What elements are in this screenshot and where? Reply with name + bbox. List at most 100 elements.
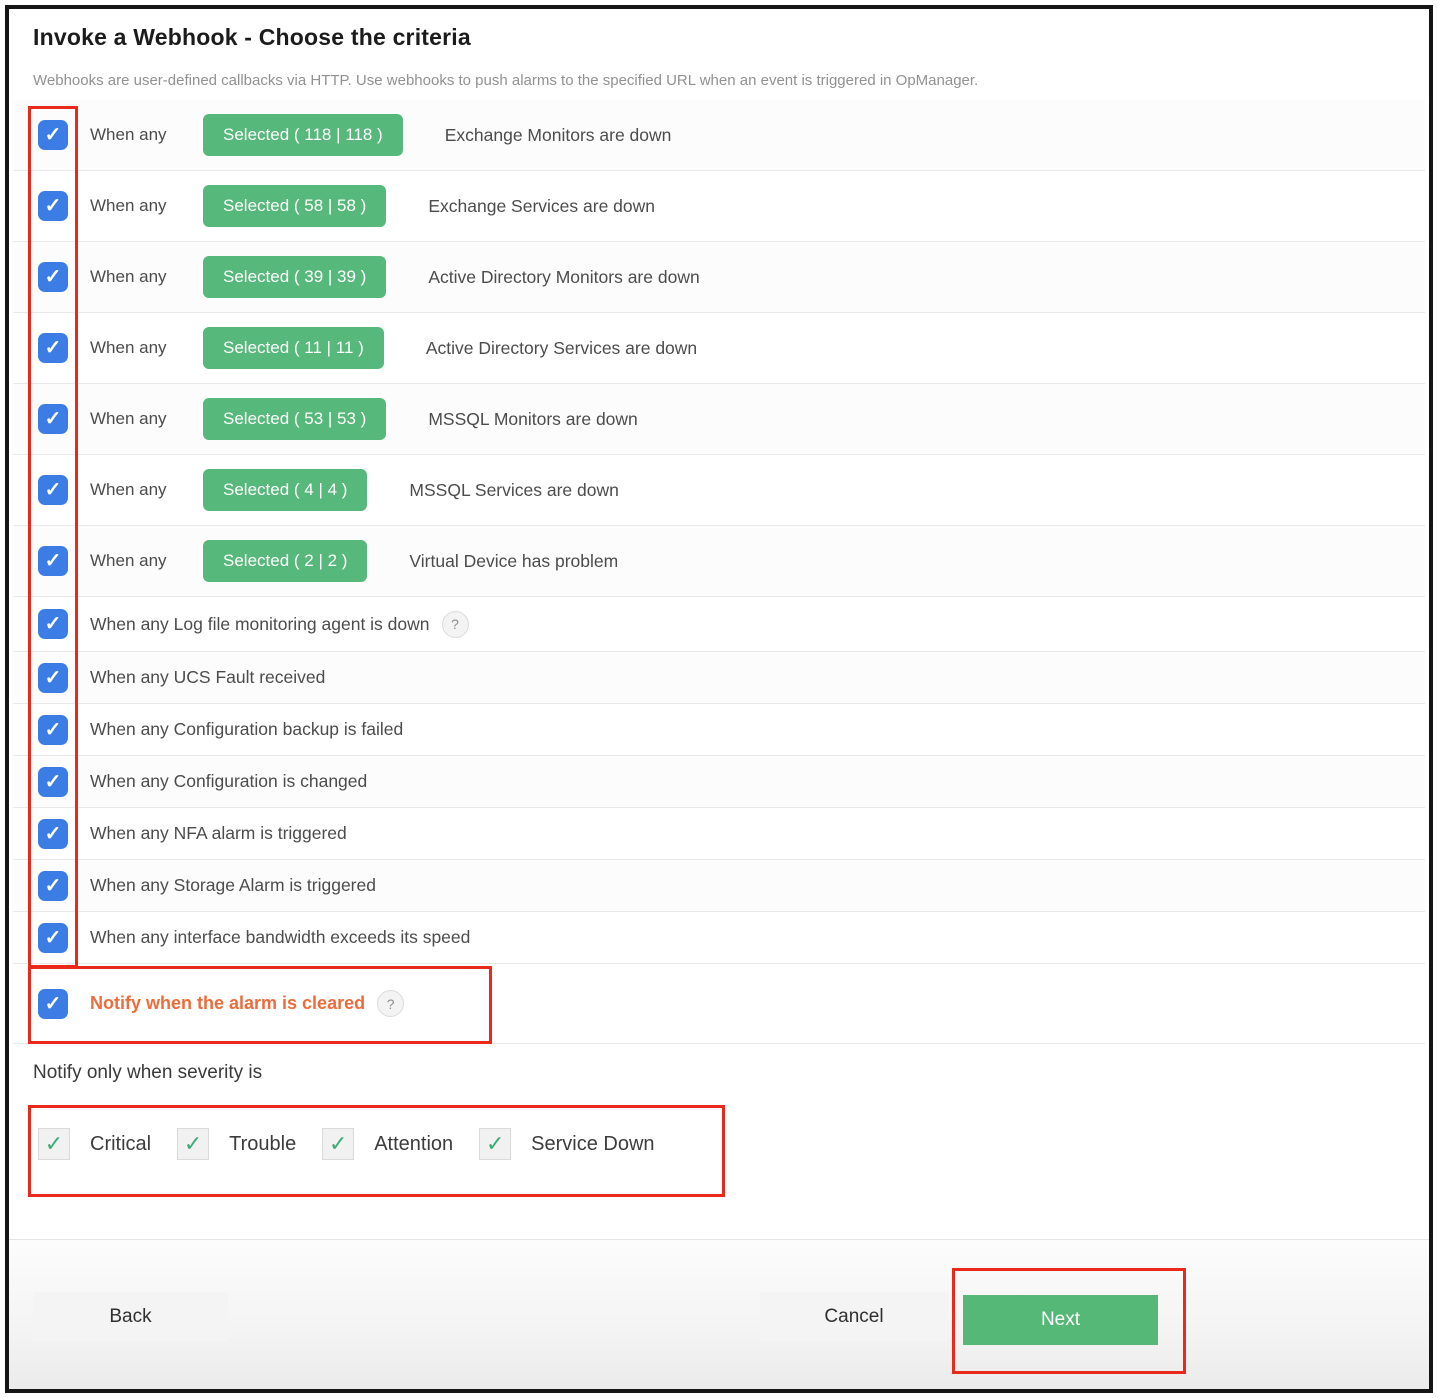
criteria-prefix: When any: [90, 338, 203, 358]
criteria-label: When any interface bandwidth exceeds its…: [90, 927, 470, 948]
severity-option: ✓ Service Down: [479, 1128, 680, 1160]
check-icon: ✓: [45, 876, 62, 896]
criteria-label: When any Configuration is changed: [90, 771, 367, 792]
criteria-suffix: Virtual Device has problem: [409, 551, 618, 572]
severity-checkbox[interactable]: ✓: [322, 1128, 354, 1160]
check-icon: ✓: [45, 668, 62, 688]
criteria-suffix: Active Directory Services are down: [426, 338, 697, 359]
criteria-checkbox[interactable]: ✓: [38, 404, 68, 434]
check-icon: ✓: [184, 1133, 202, 1155]
criteria-row-plain: ✓ When any NFA alarm is triggered: [13, 808, 1425, 860]
check-icon: ✓: [486, 1133, 504, 1155]
criteria-checkbox[interactable]: ✓: [38, 819, 68, 849]
criteria-suffix: MSSQL Monitors are down: [428, 409, 637, 430]
criteria-prefix: When any: [90, 267, 203, 287]
severity-options: ✓ Critical ✓ Trouble ✓ Attention ✓ Service Down: [38, 1128, 681, 1160]
criteria-checkbox[interactable]: ✓: [38, 715, 68, 745]
check-icon: ✓: [45, 338, 62, 358]
severity-option-label: Attention: [374, 1133, 453, 1156]
criteria-row-selector: ✓ When anySelected ( 2 | 2 ) Virtual Devic…: [13, 526, 1425, 597]
criteria-row-selector: ✓ When anySelected ( 4 | 4 ) MSSQL Service…: [13, 455, 1425, 526]
criteria-checkbox[interactable]: ✓: [38, 191, 68, 221]
criteria-prefix: When any: [90, 480, 203, 500]
criteria-label: When any Configuration backup is failed: [90, 719, 403, 740]
severity-checkbox[interactable]: ✓: [38, 1128, 70, 1160]
selected-count-button[interactable]: Selected ( 4 | 4 ): [203, 469, 367, 511]
check-icon: ✓: [45, 994, 62, 1014]
criteria-checkbox[interactable]: ✓: [38, 767, 68, 797]
criteria-row-cleared: ✓ Notify when the alarm is cleared?: [13, 964, 1425, 1044]
back-button[interactable]: Back: [33, 1292, 228, 1342]
criteria-label: When any Storage Alarm is triggered: [90, 875, 376, 896]
page-subtitle: Webhooks are user-defined callbacks via …: [33, 72, 978, 89]
criteria-suffix: Exchange Monitors are down: [445, 125, 672, 146]
check-icon: ✓: [45, 824, 62, 844]
severity-option-label: Trouble: [229, 1133, 296, 1156]
criteria-suffix: Exchange Services are down: [428, 196, 655, 217]
check-icon: ✓: [45, 614, 62, 634]
check-icon: ✓: [45, 267, 62, 287]
next-button[interactable]: Next: [963, 1295, 1158, 1345]
criteria-row-plain: ✓ When any Log file monitoring agent is d…: [13, 597, 1425, 652]
check-icon: ✓: [45, 720, 62, 740]
severity-checkbox[interactable]: ✓: [177, 1128, 209, 1160]
check-icon: ✓: [329, 1133, 347, 1155]
selected-count-button[interactable]: Selected ( 53 | 53 ): [203, 398, 386, 440]
criteria-row-plain: ✓ When any Configuration is changed: [13, 756, 1425, 808]
check-icon: ✓: [45, 1133, 63, 1155]
criteria-suffix: MSSQL Services are down: [409, 480, 618, 501]
selected-count-button[interactable]: Selected ( 11 | 11 ): [203, 327, 384, 369]
criteria-row-selector: ✓ When anySelected ( 39 | 39 ) Active Dire…: [13, 242, 1425, 313]
criteria-row-plain: ✓ When any interface bandwidth exceeds it…: [13, 912, 1425, 964]
severity-option: ✓ Attention: [322, 1128, 479, 1160]
criteria-row-selector: ✓ When anySelected ( 53 | 53 ) MSSQL Monit…: [13, 384, 1425, 455]
severity-option-label: Service Down: [531, 1133, 654, 1156]
severity-option: ✓ Critical: [38, 1128, 177, 1160]
severity-section-label: Notify only when severity is: [33, 1062, 262, 1084]
criteria-row-plain: ✓ When any UCS Fault received: [13, 652, 1425, 704]
criteria-suffix: Active Directory Monitors are down: [428, 267, 699, 288]
criteria-prefix: When any: [90, 196, 203, 216]
criteria-checkbox[interactable]: ✓: [38, 262, 68, 292]
criteria-row-plain: ✓ When any Configuration backup is failed: [13, 704, 1425, 756]
selected-count-button[interactable]: Selected ( 118 | 118 ): [203, 114, 403, 156]
criteria-checkbox[interactable]: ✓: [38, 475, 68, 505]
check-icon: ✓: [45, 480, 62, 500]
criteria-checkbox[interactable]: ✓: [38, 923, 68, 953]
criteria-prefix: When any: [90, 409, 203, 429]
help-icon[interactable]: ?: [442, 611, 469, 638]
criteria-checkbox[interactable]: ✓: [38, 609, 68, 639]
help-icon[interactable]: ?: [377, 990, 404, 1017]
severity-checkbox[interactable]: ✓: [479, 1128, 511, 1160]
criteria-checkbox[interactable]: ✓: [38, 663, 68, 693]
check-icon: ✓: [45, 551, 62, 571]
criteria-prefix: When any: [90, 551, 203, 571]
criteria-checkbox[interactable]: ✓: [38, 120, 68, 150]
cancel-button[interactable]: Cancel: [760, 1292, 948, 1342]
criteria-checkbox[interactable]: ✓: [38, 546, 68, 576]
selected-count-button[interactable]: Selected ( 39 | 39 ): [203, 256, 386, 298]
criteria-label: Notify when the alarm is cleared: [90, 993, 365, 1014]
criteria-row-selector: ✓ When anySelected ( 118 | 118 ) Exchange …: [13, 100, 1425, 171]
criteria-label: When any Log file monitoring agent is do…: [90, 614, 430, 635]
page-title: Invoke a Webhook - Choose the criteria: [33, 24, 471, 51]
criteria-row-plain: ✓ When any Storage Alarm is triggered: [13, 860, 1425, 912]
selected-count-button[interactable]: Selected ( 58 | 58 ): [203, 185, 386, 227]
criteria-row-selector: ✓ When anySelected ( 58 | 58 ) Exchange Se…: [13, 171, 1425, 242]
criteria-checkbox[interactable]: ✓: [38, 333, 68, 363]
severity-option-label: Critical: [90, 1133, 151, 1156]
criteria-checkbox[interactable]: ✓: [38, 989, 68, 1019]
criteria-label: When any NFA alarm is triggered: [90, 823, 347, 844]
selected-count-button[interactable]: Selected ( 2 | 2 ): [203, 540, 367, 582]
webhook-criteria-page: Invoke a Webhook - Choose the criteria W…: [0, 0, 1438, 1398]
criteria-list: ✓When anySelected ( 118 | 118 )Exchange …: [13, 100, 1425, 1044]
check-icon: ✓: [45, 772, 62, 792]
criteria-checkbox[interactable]: ✓: [38, 871, 68, 901]
criteria-prefix: When any: [90, 125, 203, 145]
check-icon: ✓: [45, 928, 62, 948]
criteria-label: When any UCS Fault received: [90, 667, 325, 688]
check-icon: ✓: [45, 196, 62, 216]
check-icon: ✓: [45, 409, 62, 429]
check-icon: ✓: [45, 125, 62, 145]
criteria-row-selector: ✓ When anySelected ( 11 | 11 ) Active Dire…: [13, 313, 1425, 384]
